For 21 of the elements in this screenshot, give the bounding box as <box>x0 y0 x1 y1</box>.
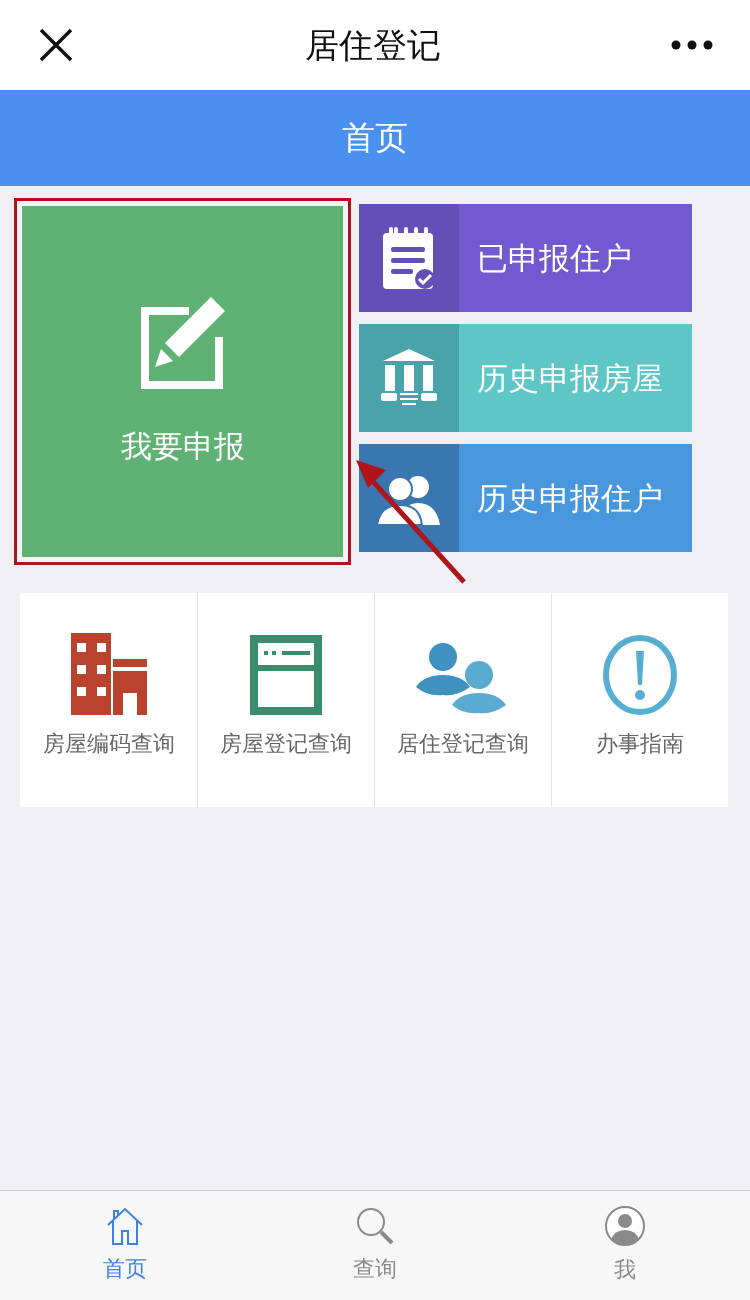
close-icon <box>39 28 73 62</box>
tab[interactable]: 查询 <box>250 1191 500 1300</box>
tab[interactable]: 我 <box>500 1191 750 1300</box>
browser-window-icon <box>250 635 322 715</box>
quick-link[interactable]: 办事指南 <box>551 593 728 807</box>
menu-tile[interactable]: 历史申报住户 <box>359 444 692 552</box>
menu-tile[interactable]: 已申报住户 <box>359 204 692 312</box>
quick-link[interactable]: 居住登记查询 <box>374 593 551 807</box>
building-icon <box>70 633 147 715</box>
window-title: 居住登记 <box>305 23 441 67</box>
more-icon <box>671 40 713 50</box>
banner-title: 首页 <box>342 117 408 160</box>
quick-link[interactable]: 房屋登记查询 <box>197 593 374 807</box>
quick-link[interactable]: 房屋编码查询 <box>20 593 197 807</box>
home-icon <box>106 1206 144 1246</box>
search-icon <box>355 1206 395 1246</box>
info-exclamation-icon <box>602 635 678 715</box>
user-avatar-icon <box>604 1205 646 1247</box>
tab[interactable]: 首页 <box>0 1191 250 1300</box>
menu-tile[interactable]: 历史申报房屋 <box>359 324 692 432</box>
declare-tile[interactable]: 我要申报 <box>22 206 343 557</box>
